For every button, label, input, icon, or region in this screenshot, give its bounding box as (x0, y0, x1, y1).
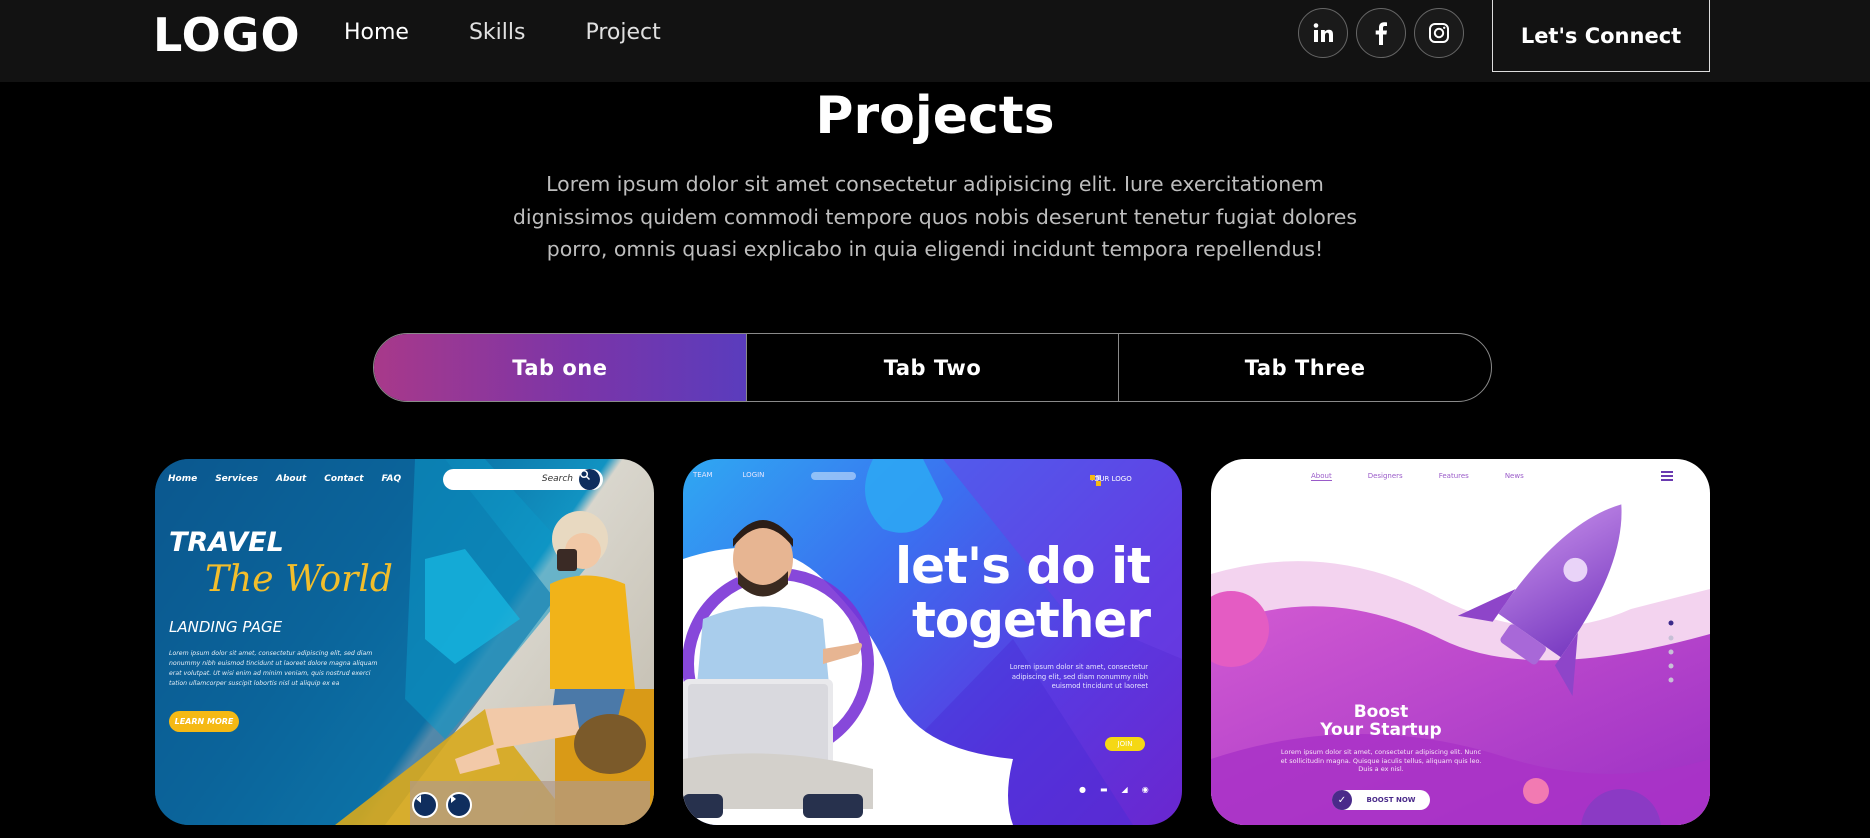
card3-headline1: Boost (1353, 702, 1409, 722)
facebook-icon (1375, 22, 1387, 45)
project-tabs: Tab one Tab Two Tab Three (373, 333, 1492, 402)
mail-icon: ▬ (1099, 785, 1108, 794)
linkedin-link[interactable] (1298, 8, 1348, 58)
card3-headline2: Your Startup (1320, 720, 1442, 740)
card3-body: Lorem ipsum dolor sit amet, consectetur … (1280, 748, 1482, 773)
top-navbar: LOGO Home Skills Project Let's Connect (0, 0, 1870, 82)
nav-link-project[interactable]: Project (585, 20, 660, 45)
card1-nav-services: Services (215, 474, 258, 484)
card2-join-button: JOIN (1105, 737, 1145, 751)
card3-boost-label: BOOST NOW (1366, 796, 1416, 804)
check-icon: ✓ (1332, 790, 1352, 810)
card3-nav-news: News (1504, 472, 1524, 480)
brand-logo-icon (1090, 475, 1101, 486)
instagram-icon (1429, 23, 1449, 43)
travel-illustration (155, 459, 654, 825)
project-card-travel[interactable]: Home Services About Contact FAQ Search T… (155, 459, 654, 825)
nav-link-skills[interactable]: Skills (469, 20, 526, 45)
card1-next-icon (446, 792, 472, 818)
card3-nav-designers: Designers (1367, 472, 1403, 480)
social-links (1298, 8, 1464, 58)
card1-headline2: The World (205, 559, 393, 600)
card2-nav: TEAM LOGIN (693, 471, 764, 479)
card2-body: Lorem ipsum dolor sit amet, consectetur … (1009, 663, 1148, 690)
card2-nav-login: LOGIN (742, 471, 765, 479)
linkedin-icon (1313, 23, 1333, 42)
card2-brand: YOUR LOGO (1090, 475, 1132, 486)
card1-search-label: Search (541, 474, 573, 484)
card2-nav-pill (811, 472, 856, 480)
tab-one[interactable]: Tab one (374, 334, 746, 401)
project-card-startup[interactable]: About Designers Features News Boost Your… (1211, 459, 1710, 825)
card1-nav-faq: FAQ (381, 474, 402, 484)
card1-nav-about: About (275, 474, 307, 484)
card1-nav-contact: Contact (324, 474, 364, 484)
site-logo[interactable]: LOGO (153, 8, 301, 62)
card1-headline1: TRAVEL (169, 527, 284, 558)
card2-contact-icons: ● ▬ ◢ ◉ (1079, 785, 1149, 794)
instagram-link[interactable] (1414, 8, 1464, 58)
card2-headline2: together (911, 591, 1151, 649)
project-card-together[interactable]: TEAM LOGIN YOUR LOGO let's do it togethe… (683, 459, 1182, 825)
card1-learn-more-button: LEARN MORE (169, 711, 239, 732)
section-description: Lorem ipsum dolor sit amet consectetur a… (512, 172, 1358, 261)
phone-icon: ◢ (1121, 785, 1128, 794)
card1-body: Lorem ipsum dolor sit amet, consectetur … (169, 650, 378, 687)
lets-connect-button[interactable]: Let's Connect (1492, 0, 1710, 72)
facebook-link[interactable] (1356, 8, 1406, 58)
location-icon: ● (1079, 785, 1086, 794)
main-nav: Home Skills Project (344, 20, 661, 45)
card1-nav: Home Services About Contact FAQ (168, 474, 401, 484)
card3-nav-features: Features (1438, 472, 1469, 480)
card3-nav: About Designers Features News (1311, 472, 1524, 481)
card3-nav-about: About (1311, 472, 1332, 481)
tab-three[interactable]: Tab Three (1118, 334, 1491, 401)
card3-boost-button: ✓ BOOST NOW (1332, 790, 1430, 810)
card1-nav-home: Home (168, 474, 198, 484)
card1-prev-icon (412, 792, 438, 818)
globe-icon: ◉ (1141, 785, 1149, 794)
card2-nav-team: TEAM (693, 471, 713, 479)
card3-menu-icon (1661, 471, 1673, 481)
card1-search-icon (579, 469, 600, 490)
section-title: Projects (815, 86, 1055, 146)
tab-two[interactable]: Tab Two (745, 334, 1119, 401)
card2-headline1: let's do it (894, 537, 1151, 595)
card1-subtitle: LANDING PAGE (169, 618, 283, 636)
nav-link-home[interactable]: Home (344, 20, 409, 45)
